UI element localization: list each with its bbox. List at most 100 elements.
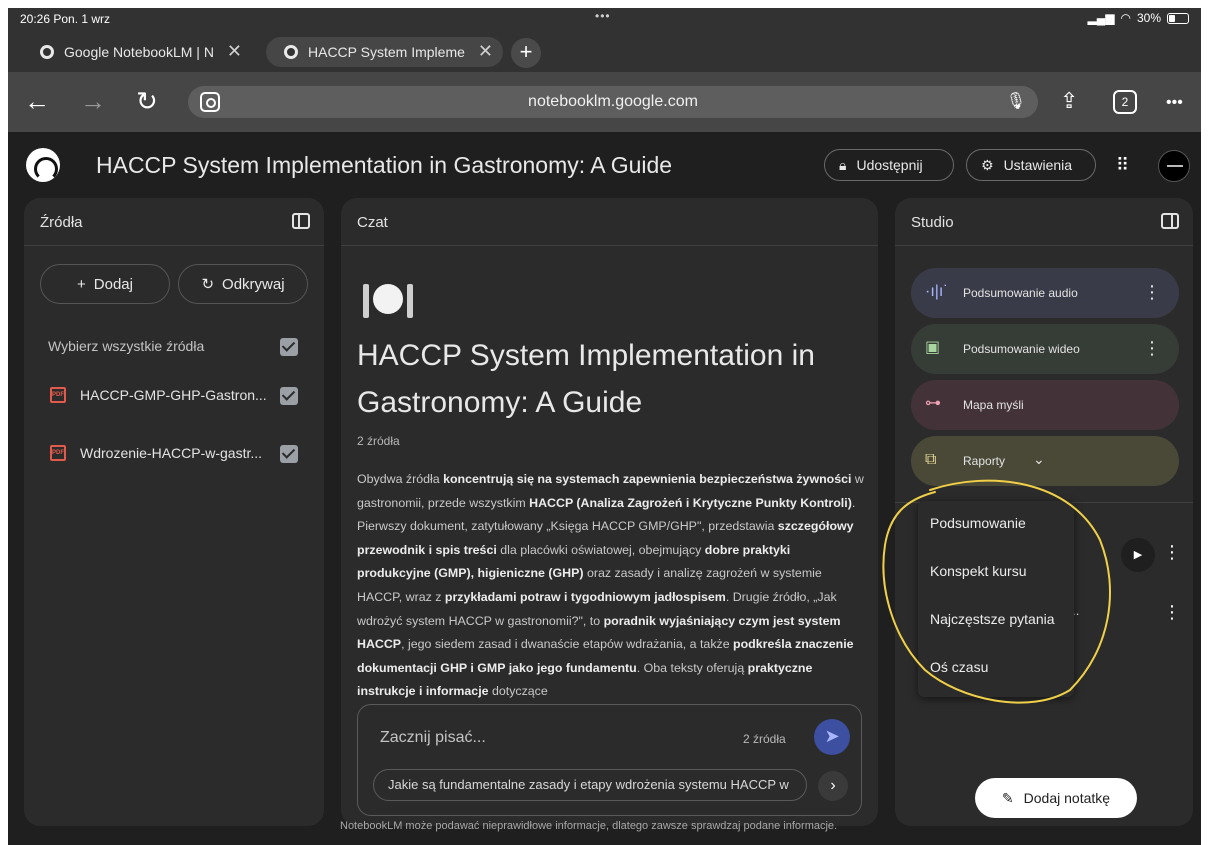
- studio-title: Studio: [911, 214, 954, 231]
- chat-header: Czat: [341, 198, 878, 246]
- source-item-name[interactable]: HACCP-GMP-GHP-Gastron...: [80, 387, 280, 403]
- close-tab-icon[interactable]: ✕: [227, 41, 242, 62]
- source-item-name[interactable]: Wdrozenie-HACCP-w-gastr...: [80, 445, 280, 461]
- notebook-title[interactable]: HACCP System Implementation in Gastronom…: [96, 152, 672, 179]
- card-label: Podsumowanie audio: [963, 286, 1078, 300]
- composer-source-count: 2 źródła: [743, 732, 786, 746]
- plus-icon: +: [77, 275, 86, 293]
- add-note-label: Dodaj notatkę: [1023, 790, 1111, 806]
- back-arrow-icon[interactable]: ←: [24, 86, 50, 116]
- chat-composer: Zacznij pisać... 2 źródła ➤ Jakie są fun…: [357, 704, 862, 816]
- settings-label: Ustawienia: [1003, 157, 1073, 173]
- status-bar: 20:26 Pon. 1 wrz ••• ▂▄▆ ◠ 30%: [8, 8, 1201, 30]
- more-vert-icon[interactable]: ⋮: [1143, 338, 1161, 358]
- notebooklm-favicon-icon: [284, 45, 298, 59]
- summary-text: , jego siedem zasad i dwanaście etapów w…: [401, 637, 734, 652]
- browser-tab[interactable]: Google NotebookLM | N ✕: [22, 37, 252, 67]
- card-label: Raporty: [963, 454, 1006, 468]
- battery-percent: 30%: [1136, 11, 1161, 25]
- status-right: ▂▄▆ ◠ 30%: [1088, 11, 1189, 25]
- discover-label: Odkrywaj: [222, 275, 285, 293]
- menu-item-faq[interactable]: Najczęstsze pytania: [930, 611, 1055, 627]
- add-source-button[interactable]: + Dodaj: [40, 264, 170, 304]
- select-all-label: Wybierz wszystkie źródła: [48, 338, 205, 354]
- video-summary-icon: ▣: [925, 339, 941, 356]
- discover-sources-button[interactable]: ↻ Odkrywaj: [178, 264, 308, 304]
- browser-toolbar: ← → ↻ notebooklm.google.com 🎙 ⇪ 2 •••: [8, 72, 1201, 132]
- status-time: 20:26 Pon. 1 wrz: [20, 12, 111, 26]
- address-bar[interactable]: notebooklm.google.com 🎙: [188, 86, 1038, 118]
- plate-emoji-icon: [359, 280, 413, 320]
- browser-menu-icon[interactable]: •••: [1166, 88, 1183, 118]
- tab-switcher-button[interactable]: 2: [1113, 90, 1137, 114]
- summary-text: dotyczące: [488, 684, 548, 699]
- mind-map-icon: ⊶: [925, 395, 941, 412]
- source-count: 2 źródła: [357, 434, 400, 448]
- menu-item-course-outline[interactable]: Konspekt kursu: [930, 563, 1027, 579]
- more-vert-icon[interactable]: ⋮: [1163, 542, 1181, 563]
- avatar[interactable]: [1158, 150, 1190, 182]
- more-vert-icon[interactable]: ⋮: [1143, 282, 1161, 302]
- card-label: Podsumowanie wideo: [963, 342, 1080, 356]
- studio-header: Studio: [895, 198, 1193, 246]
- chat-title: Czat: [357, 214, 388, 231]
- signal-icon: ▂▄▆: [1087, 11, 1115, 25]
- more-vert-icon[interactable]: ⋮: [1163, 602, 1181, 623]
- wifi-icon: ◠: [1120, 11, 1131, 25]
- sources-panel: Źródła + Dodaj ↻ Odkrywaj Wybierz wszyst…: [24, 198, 324, 826]
- reports-icon: ⧉: [925, 451, 937, 468]
- tab-title: HACCP System Impleme: [308, 44, 465, 60]
- menu-item-timeline[interactable]: Oś czasu: [930, 659, 988, 675]
- select-all-checkbox[interactable]: [280, 338, 298, 356]
- lock-icon: 🔒︎: [839, 156, 847, 173]
- reports-card[interactable]: ⧉ Raporty ⌄: [911, 436, 1179, 486]
- reload-icon[interactable]: ↻: [136, 86, 158, 116]
- audio-overview-card[interactable]: ·ı|ı˙ Podsumowanie audio ⋮: [911, 268, 1179, 318]
- chevron-right-icon[interactable]: ›: [818, 771, 848, 801]
- summary-bold-text: HACCP (Analiza Zagrożeń i Krytyczne Punk…: [529, 495, 852, 510]
- add-note-button[interactable]: ✎ Dodaj notatkę: [975, 778, 1137, 818]
- collapse-sources-icon[interactable]: [292, 213, 310, 229]
- browser-tab-active[interactable]: HACCP System Impleme ✕: [266, 37, 503, 67]
- reports-dropdown-menu: Podsumowanie Konspekt kursu Najczęstsze …: [918, 501, 1074, 697]
- ipad-screen: 20:26 Pon. 1 wrz ••• ▂▄▆ ◠ 30% Google No…: [8, 8, 1201, 845]
- audio-waveform-icon: ·ı|ı˙: [925, 283, 949, 300]
- settings-button[interactable]: ⚙ Ustawienia: [966, 149, 1096, 181]
- discover-icon: ↻: [201, 276, 215, 293]
- app-header: HACCP System Implementation in Gastronom…: [8, 132, 1201, 196]
- pencil-icon: ✎: [1001, 789, 1014, 806]
- apps-grid-icon[interactable]: ⠿: [1116, 155, 1129, 176]
- new-tab-button[interactable]: +: [511, 38, 541, 68]
- close-tab-icon[interactable]: ✕: [478, 41, 493, 62]
- battery-icon: [1167, 12, 1189, 24]
- source-checkbox[interactable]: [280, 387, 298, 405]
- card-label: Mapa myśli: [963, 398, 1024, 412]
- collapse-studio-icon[interactable]: [1161, 213, 1179, 229]
- forward-arrow-icon[interactable]: →: [80, 86, 106, 116]
- play-icon[interactable]: ▶: [1121, 538, 1155, 572]
- gear-icon: ⚙: [981, 156, 994, 173]
- video-overview-card[interactable]: ▣ Podsumowanie wideo ⋮: [911, 324, 1179, 374]
- mind-map-card[interactable]: ⊶ Mapa myśli: [911, 380, 1179, 430]
- chat-panel: Czat HACCP System Implementation in Gast…: [341, 198, 878, 826]
- menu-item-summary[interactable]: Podsumowanie: [930, 515, 1026, 531]
- sources-title: Źródła: [40, 214, 83, 231]
- chat-input[interactable]: Zacznij pisać...: [380, 729, 486, 747]
- sources-header: Źródła: [24, 198, 324, 246]
- share-button[interactable]: 🔒︎ Udostępnij: [824, 149, 954, 181]
- share-page-icon[interactable]: ⇪: [1060, 86, 1078, 116]
- summary-text: dla placówki oświatowej, obejmujący: [496, 542, 705, 557]
- tab-title: Google NotebookLM | N: [64, 44, 214, 60]
- suggested-question-chip[interactable]: Jakie są fundamentalne zasady i etapy wd…: [373, 769, 807, 801]
- source-checkbox[interactable]: [280, 445, 298, 463]
- url-text: notebooklm.google.com: [528, 93, 698, 110]
- chevron-down-icon: ⌄: [1033, 451, 1045, 467]
- notebook-summary: Obydwa źródła koncentrują się na systema…: [357, 468, 867, 704]
- multitask-dots[interactable]: •••: [595, 9, 611, 23]
- summary-text: . Oba teksty oferują: [636, 660, 748, 675]
- microphone-icon[interactable]: 🎙: [1006, 91, 1026, 111]
- notebooklm-logo[interactable]: [26, 148, 60, 182]
- disclaimer-text: NotebookLM może podawać nieprawidłowe in…: [340, 820, 838, 832]
- share-label: Udostępnij: [856, 157, 923, 173]
- send-button[interactable]: ➤: [814, 719, 850, 755]
